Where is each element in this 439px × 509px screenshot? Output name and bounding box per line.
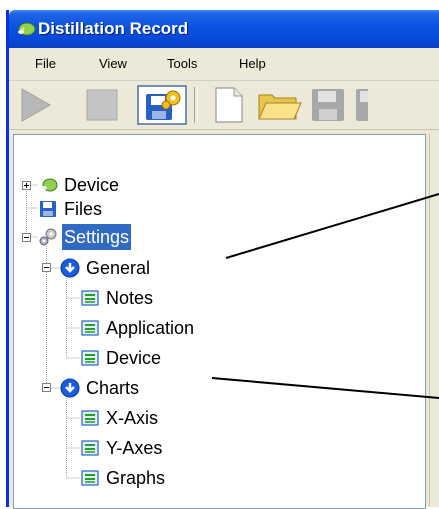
save-gear-icon[interactable]: [137, 85, 187, 125]
app-window: Distillation Record File View Tools Help: [6, 10, 439, 509]
form-icon: [81, 440, 99, 456]
play-icon[interactable]: [16, 85, 56, 125]
menu-help[interactable]: Help: [239, 56, 266, 71]
collapse-minus-icon[interactable]: [42, 383, 51, 392]
tree-item-label: Application: [106, 318, 195, 338]
expand-plus-icon[interactable]: [22, 181, 31, 190]
tree-item-label: Device: [64, 175, 120, 195]
tree-item-label: Files: [64, 199, 103, 219]
menu-view[interactable]: View: [99, 56, 127, 71]
toolbar-separator: [194, 87, 198, 123]
floppy-disk-icon[interactable]: [308, 85, 348, 125]
floppy-disk-icon: [40, 201, 56, 217]
collapse-minus-icon[interactable]: [42, 263, 51, 272]
menu-bar: File View Tools Help: [9, 48, 439, 81]
new-document-icon[interactable]: [208, 85, 248, 125]
toolbar: [9, 81, 439, 130]
collapse-minus-icon[interactable]: [22, 233, 31, 242]
menu-tools[interactable]: Tools: [167, 56, 197, 71]
gears-icon: [39, 228, 57, 246]
floppy-disk-icon-partial[interactable]: [354, 85, 368, 125]
tree-item-label: Y-Axes: [106, 438, 163, 458]
detail-panel-edge: [429, 134, 439, 507]
form-icon: [81, 350, 99, 366]
tree-item-label: General: [86, 258, 151, 278]
title-bar[interactable]: Distillation Record: [9, 10, 439, 48]
open-folder-icon[interactable]: [256, 85, 302, 125]
leaf-icon: [18, 22, 36, 36]
settings-tree: Device Files Settings General Notes Appl…: [13, 134, 426, 509]
tree-item-label: Charts: [86, 378, 140, 398]
form-icon: [81, 320, 99, 336]
form-icon: [81, 410, 99, 426]
down-arrow-circle-icon: [60, 378, 80, 398]
form-icon: [81, 290, 99, 306]
tree-item-label: Settings: [62, 224, 132, 250]
down-arrow-circle-icon: [60, 258, 80, 278]
menu-file[interactable]: File: [35, 56, 56, 71]
window-title: Distillation Record: [38, 19, 189, 38]
tree-item-label: Graphs: [106, 468, 166, 488]
tree-item-label: Device: [106, 348, 162, 368]
tree-item-label: Notes: [106, 288, 154, 308]
stop-icon[interactable]: [82, 85, 122, 125]
tree-item-label: X-Axis: [106, 408, 159, 428]
form-icon: [81, 470, 99, 486]
leaf-icon: [41, 178, 58, 192]
